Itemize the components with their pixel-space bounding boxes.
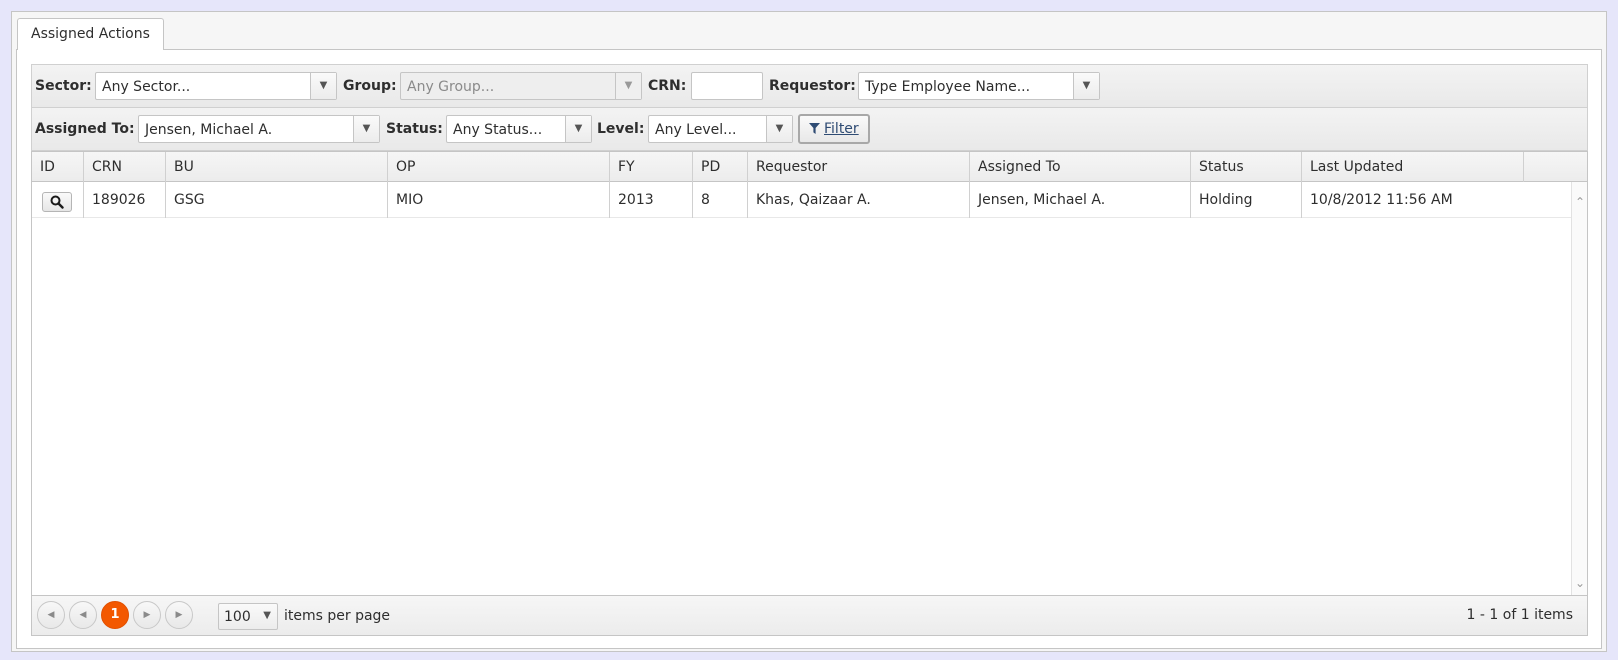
- filter-button[interactable]: Filter: [798, 114, 870, 144]
- chevron-down-icon[interactable]: ▼: [766, 116, 792, 142]
- op-cell: MIO: [387, 182, 609, 218]
- chevron-up-icon[interactable]: ⌃: [1574, 196, 1586, 208]
- bu-cell: GSG: [165, 182, 387, 218]
- tab-assigned-actions[interactable]: Assigned Actions: [17, 18, 164, 50]
- column-header-fy[interactable]: FY: [609, 152, 692, 182]
- previous-page-button[interactable]: ◀: [69, 601, 97, 629]
- table-row: 189026 GSG MIO 2013 8 Khas, Qaizaar A. J…: [32, 182, 1571, 218]
- grid-scrollbar[interactable]: ⌃ ⌄: [1571, 182, 1587, 595]
- crn-input[interactable]: [691, 72, 763, 100]
- column-header-status[interactable]: Status: [1190, 152, 1301, 182]
- level-label: Level:: [597, 121, 645, 137]
- column-header-crn[interactable]: CRN: [83, 152, 165, 182]
- last-page-button[interactable]: ▶​: [165, 601, 193, 629]
- requestor-label: Requestor:: [769, 78, 856, 94]
- next-page-button[interactable]: ▶: [133, 601, 161, 629]
- next-page-icon: ▶: [143, 610, 151, 620]
- assigned-to-cell: Jensen, Michael A.: [969, 182, 1190, 218]
- pd-cell: 8: [692, 182, 747, 218]
- group-label: Group:: [343, 78, 397, 94]
- column-header-assigned-to[interactable]: Assigned To: [969, 152, 1190, 182]
- sector-dropdown[interactable]: Any Sector... ▼: [95, 72, 337, 100]
- view-details-button[interactable]: [42, 192, 72, 212]
- requestor-value[interactable]: Type Employee Name...: [865, 79, 1030, 95]
- status-cell: Holding: [1190, 182, 1301, 218]
- tab-label: Assigned Actions: [31, 26, 150, 42]
- group-value: Any Group...: [407, 79, 495, 95]
- chevron-down-icon[interactable]: ▼: [353, 116, 379, 142]
- status-label: Status:: [386, 121, 443, 137]
- filter-button-label: Filter: [824, 121, 859, 137]
- column-header-spacer: [1523, 152, 1587, 182]
- first-page-icon: ◀​: [47, 610, 55, 620]
- chevron-down-icon[interactable]: ▼: [310, 73, 336, 99]
- chevron-down-icon[interactable]: ▼: [565, 116, 591, 142]
- chevron-down-icon[interactable]: ▼: [263, 610, 271, 621]
- page-size-value: 100: [224, 609, 251, 625]
- grid-pager: ◀​ ◀ 1 ▶ ▶​ 100 ▼ items per page 1 - 1 o…: [32, 595, 1587, 635]
- column-header-id[interactable]: ID: [32, 152, 83, 182]
- grid-header: ID CRN BU OP FY PD Requestor Assigned To…: [32, 152, 1587, 182]
- sector-value: Any Sector...: [102, 79, 191, 95]
- chevron-down-icon: ▼: [615, 73, 641, 99]
- funnel-icon: [809, 123, 820, 134]
- status-value: Any Status...: [453, 122, 543, 138]
- tab-content-panel: Sector: Any Sector... ▼ Group: Any Group…: [16, 49, 1602, 649]
- items-per-page-label: items per page: [284, 608, 391, 624]
- current-page-number: 1: [110, 607, 120, 622]
- requestor-cell: Khas, Qaizaar A.: [747, 182, 969, 218]
- filter-toolbar-row-1: Sector: Any Sector... ▼ Group: Any Group…: [31, 64, 1588, 108]
- chevron-down-icon[interactable]: ▼: [1073, 73, 1099, 99]
- status-dropdown[interactable]: Any Status... ▼: [446, 115, 592, 143]
- column-header-bu[interactable]: BU: [165, 152, 387, 182]
- page-size-dropdown[interactable]: 100 ▼: [218, 603, 278, 630]
- last-updated-cell: 10/8/2012 11:56 AM: [1301, 182, 1523, 218]
- filter-toolbar-row-2: Assigned To: Jensen, Michael A. ▼ Status…: [31, 107, 1588, 151]
- requestor-combobox[interactable]: Type Employee Name... ▼: [858, 72, 1100, 100]
- sector-label: Sector:: [35, 78, 92, 94]
- group-dropdown: Any Group... ▼: [400, 72, 642, 100]
- page-number-button[interactable]: 1: [101, 601, 129, 629]
- assigned-actions-grid: ID CRN BU OP FY PD Requestor Assigned To…: [31, 151, 1588, 636]
- assigned-actions-window: Assigned Actions Sector: Any Sector... ▼…: [11, 11, 1607, 652]
- column-header-requestor[interactable]: Requestor: [747, 152, 969, 182]
- crn-cell: 189026: [83, 182, 165, 218]
- column-header-pd[interactable]: PD: [692, 152, 747, 182]
- assigned-to-label: Assigned To:: [35, 121, 135, 137]
- assigned-to-value: Jensen, Michael A.: [145, 122, 273, 138]
- last-page-icon: ▶​: [175, 610, 183, 620]
- pager-info: 1 - 1 of 1 items: [1466, 607, 1573, 623]
- assigned-to-dropdown[interactable]: Jensen, Michael A. ▼: [138, 115, 380, 143]
- level-dropdown[interactable]: Any Level... ▼: [648, 115, 793, 143]
- crn-label: CRN:: [648, 78, 687, 94]
- fy-cell: 2013: [609, 182, 692, 218]
- first-page-button[interactable]: ◀​: [37, 601, 65, 629]
- magnifier-icon: [50, 195, 64, 209]
- chevron-down-icon[interactable]: ⌄: [1574, 577, 1586, 589]
- previous-page-icon: ◀: [79, 610, 87, 620]
- id-cell: [32, 182, 83, 218]
- level-value: Any Level...: [655, 122, 737, 138]
- column-header-last-updated[interactable]: Last Updated: [1301, 152, 1523, 182]
- column-header-op[interactable]: OP: [387, 152, 609, 182]
